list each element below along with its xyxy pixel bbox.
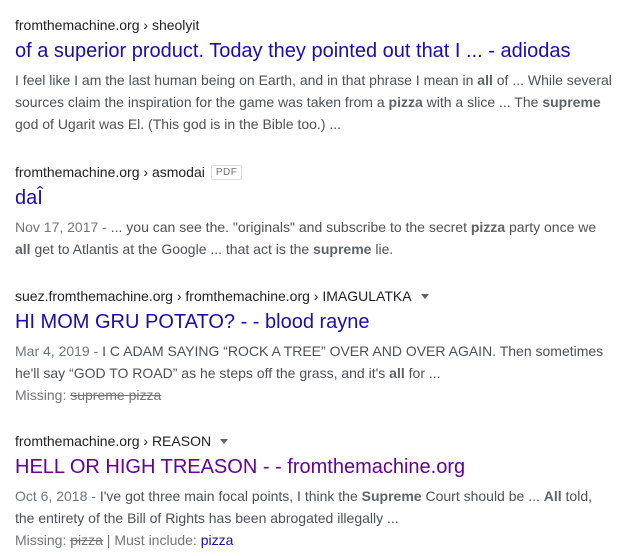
- snippet-text: I feel like I am the last human being on…: [15, 72, 478, 88]
- snippet-text: lie.: [371, 241, 394, 257]
- search-result: suez.fromthemachine.org › fromthemachine…: [15, 285, 615, 406]
- snippet-text: for ...: [404, 365, 441, 381]
- result-title-link[interactable]: of a superior product. Today they pointe…: [15, 36, 615, 66]
- snippet-highlight: Supreme: [361, 488, 422, 504]
- snippet-text: party once we: [505, 219, 597, 235]
- snippet-highlight: supreme: [542, 94, 601, 110]
- snippet-highlight: All: [543, 488, 562, 504]
- snippet-highlight: supreme: [313, 241, 372, 257]
- result-date: Oct 6, 2018 -: [15, 488, 100, 504]
- pdf-badge: PDF: [210, 164, 243, 180]
- result-snippet: Nov 17, 2017 - ... you can see the. "ori…: [15, 216, 615, 260]
- breadcrumb-url[interactable]: fromthemachine.org › sheolyit: [15, 14, 199, 36]
- result-date: Nov 17, 2017 -: [15, 219, 111, 235]
- search-result: fromthemachine.org › asmodai PDF daÎ Nov 17…: [15, 161, 615, 260]
- result-title-link[interactable]: daÎ: [15, 183, 615, 213]
- result-menu-caret-icon[interactable]: [220, 438, 229, 444]
- must-include-label: | Must include:: [102, 532, 201, 548]
- missing-terms: supreme pizza: [70, 387, 162, 403]
- snippet-text: I've got three main focal points, I thin…: [99, 488, 362, 504]
- breadcrumb: suez.fromthemachine.org › fromthemachine…: [15, 285, 615, 307]
- search-result: fromthemachine.org › REASON HELL OR HIGH …: [15, 430, 615, 551]
- breadcrumb: fromthemachine.org › REASON: [15, 430, 615, 452]
- must-include-link[interactable]: pizza: [201, 532, 234, 548]
- missing-terms-line: Missing: supreme pizza: [15, 384, 615, 406]
- snippet-text: ... you can see the. "originals" and sub…: [110, 219, 471, 235]
- snippet-text: with a slice ... The: [422, 94, 543, 110]
- snippet-highlight: all: [15, 241, 31, 257]
- snippet-text: Court should be ...: [421, 488, 544, 504]
- result-menu-caret-icon[interactable]: [420, 293, 429, 299]
- breadcrumb: fromthemachine.org › asmodai PDF: [15, 161, 615, 183]
- snippet-text: god of Ugarit was El. (This god is in th…: [15, 116, 342, 132]
- breadcrumb-url[interactable]: suez.fromthemachine.org › fromthemachine…: [15, 285, 412, 307]
- breadcrumb: fromthemachine.org › sheolyit: [15, 14, 615, 36]
- snippet-highlight: all: [389, 365, 405, 381]
- result-snippet: Oct 6, 2018 - I've got three main focal …: [15, 485, 615, 529]
- result-title-link[interactable]: HI MOM GRU POTATO? - - blood rayne: [15, 307, 615, 337]
- result-snippet: I feel like I am the last human being on…: [15, 69, 615, 135]
- snippet-highlight: pizza: [388, 94, 423, 110]
- missing-terms: pizza: [70, 532, 103, 548]
- missing-label: Missing:: [15, 532, 71, 548]
- snippet-highlight: all: [477, 72, 493, 88]
- missing-label: Missing:: [15, 387, 71, 403]
- result-title-link[interactable]: HELL OR HIGH TREASON - - fromthemachine.…: [15, 452, 615, 482]
- result-snippet: Mar 4, 2019 - I C ADAM SAYING “ROCK A TR…: [15, 340, 615, 384]
- snippet-text: get to Atlantis at the Google ... that a…: [30, 241, 314, 257]
- result-date: Mar 4, 2019 -: [15, 343, 103, 359]
- breadcrumb-url[interactable]: fromthemachine.org › REASON: [15, 430, 211, 452]
- breadcrumb-url[interactable]: fromthemachine.org › asmodai: [15, 161, 205, 183]
- search-result: fromthemachine.org › sheolyit of a superi…: [15, 14, 615, 135]
- missing-terms-line: Missing: pizza | Must include: pizza: [15, 529, 615, 551]
- snippet-highlight: pizza: [470, 219, 506, 235]
- snippet-text: I C ADAM SAYING “ROCK A TREE” OVER AND O…: [15, 343, 604, 381]
